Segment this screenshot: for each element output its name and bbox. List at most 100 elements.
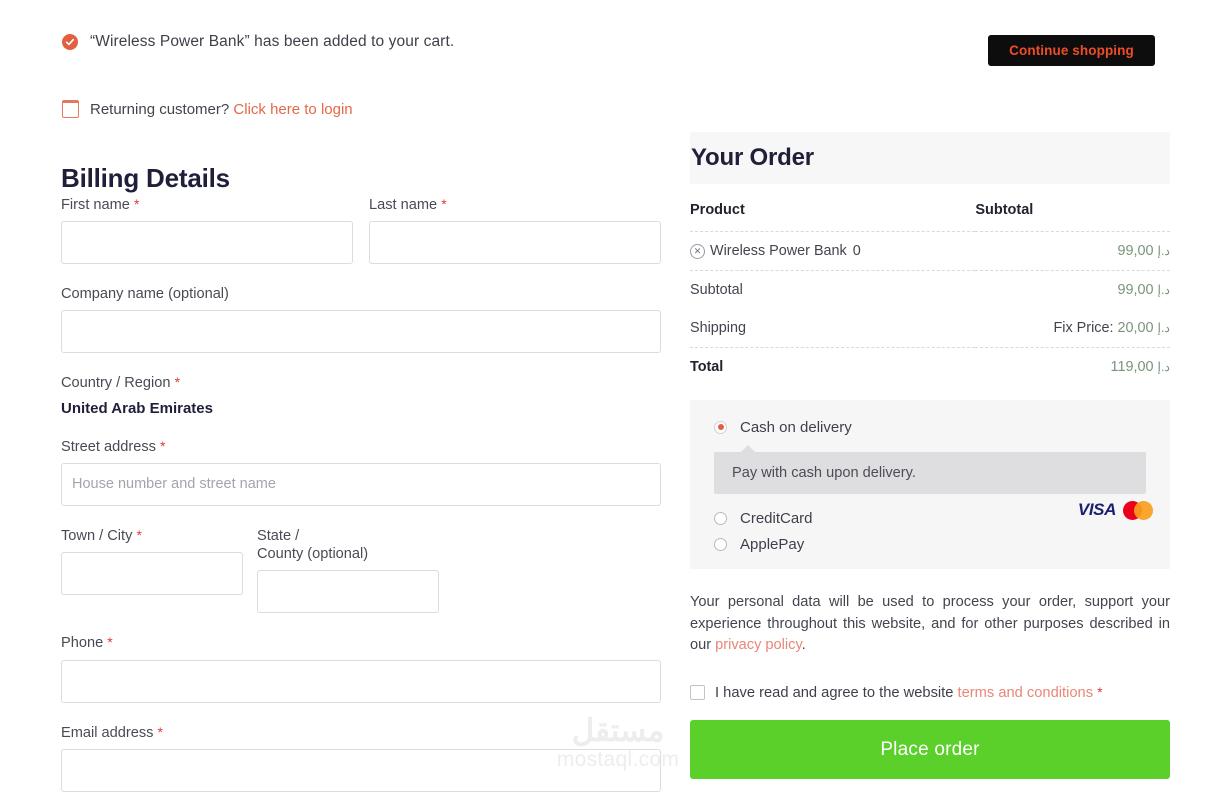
company-group: Company name (optional) <box>61 285 661 354</box>
subtotal-amount: 99,00 د.إ <box>975 270 1170 309</box>
payment-option-applepay[interactable]: ApplePay <box>690 531 1170 557</box>
privacy-policy-link[interactable]: privacy policy <box>715 637 802 653</box>
city-input[interactable] <box>61 552 243 596</box>
continue-shopping-button[interactable]: Continue shopping <box>988 35 1155 66</box>
street-address-input[interactable] <box>61 462 661 506</box>
company-input[interactable] <box>61 310 661 354</box>
login-box-icon <box>62 100 79 118</box>
email-input[interactable] <box>61 748 661 792</box>
city-label: Town / City * <box>61 526 142 544</box>
first-name-group: First name * <box>61 196 353 265</box>
terms-checkbox[interactable] <box>690 685 705 700</box>
shipping-label: Shipping <box>690 320 747 336</box>
city-state-row: Town / City * State / County (optional) <box>61 526 661 614</box>
country-label: Country / Region * <box>61 374 181 392</box>
payment-option-creditcard[interactable]: CreditCard VISA <box>690 500 1170 531</box>
state-input[interactable] <box>257 570 439 614</box>
name-row: First name * Last name * <box>61 196 661 265</box>
privacy-text-after: . <box>801 637 806 653</box>
terms-text-before: I have read and agree to the website <box>715 685 958 701</box>
total-amount-value: 119,00 <box>1110 359 1154 375</box>
currency-symbol: د.إ <box>1157 360 1170 374</box>
payment-option-label: Cash on delivery <box>740 418 852 436</box>
payment-option-label: CreditCard <box>740 509 813 527</box>
shipping-amount-value: 20,00 <box>1117 320 1154 336</box>
visa-icon: VISA <box>1077 500 1116 519</box>
required-asterisk: * <box>159 437 166 454</box>
shipping-prefix: Fix Price: <box>1053 320 1114 336</box>
cart-notice: “Wireless Power Bank” has been added to … <box>62 33 454 51</box>
subtotal-label: Subtotal <box>690 270 976 309</box>
order-title: Your Order <box>691 144 814 171</box>
required-asterisk: * <box>134 196 140 212</box>
remove-item-icon[interactable]: ✕ <box>690 243 705 259</box>
street-label: Street address * <box>61 437 166 455</box>
required-asterisk: * <box>1097 684 1103 700</box>
currency-symbol: د.إ <box>1157 244 1170 258</box>
column-subtotal: Subtotal <box>975 202 1034 218</box>
required-asterisk: * <box>107 634 113 651</box>
payment-methods: Cash on delivery Pay with cash upon deli… <box>690 400 1170 569</box>
currency-symbol: د.إ <box>1157 283 1170 297</box>
table-row: Total 119,00 د.إ <box>690 347 1170 386</box>
total-label: Total <box>690 347 976 386</box>
table-row: Shipping Fix Price: 20,00 د.إ <box>690 309 1170 348</box>
returning-customer-text: Returning customer? Click here to login <box>90 101 353 118</box>
column-product: Product <box>690 202 745 218</box>
phone-group: Phone * <box>61 634 661 703</box>
login-link[interactable]: Click here to login <box>233 101 352 118</box>
radio-creditcard[interactable] <box>714 511 727 525</box>
shipping-amount: Fix Price: 20,00 د.إ <box>975 309 1171 348</box>
order-item-amount: 99,00 د.إ <box>975 231 1170 271</box>
table-row: Subtotal 99,00 د.إ <box>690 270 1170 309</box>
terms-text: I have read and agree to the website ter… <box>715 684 1103 701</box>
payment-description: Pay with cash upon delivery. <box>714 445 1146 494</box>
first-name-input[interactable] <box>61 221 353 265</box>
card-logos: VISA <box>1078 500 1153 520</box>
cart-notice-text: “Wireless Power Bank” has been added to … <box>90 33 455 50</box>
phone-label: Phone * <box>61 634 113 652</box>
email-label: Email address * <box>61 723 163 741</box>
state-label: State / County (optional) <box>257 527 369 563</box>
privacy-notice: Your personal data will be used to proce… <box>690 592 1170 657</box>
billing-details-title: Billing Details <box>61 163 230 194</box>
terms-row: I have read and agree to the website ter… <box>690 684 1170 701</box>
radio-cash-on-delivery[interactable] <box>714 420 727 434</box>
currency-symbol: د.إ <box>1157 321 1170 335</box>
order-item-qty: 0 <box>852 243 861 259</box>
email-group: Email address * <box>61 724 661 792</box>
payment-option-cash-on-delivery[interactable]: Cash on delivery <box>690 414 1170 440</box>
first-name-label: First name * <box>61 196 140 213</box>
order-item-name: Wireless Power Bank <box>710 243 847 259</box>
country-value: United Arab Emirates <box>61 399 213 417</box>
required-asterisk: * <box>174 374 181 391</box>
check-circle-icon <box>62 34 78 50</box>
last-name-label: Last name * <box>369 196 447 213</box>
order-item-amount-value: 99,00 <box>1117 243 1154 259</box>
required-asterisk: * <box>136 526 142 543</box>
last-name-input[interactable] <box>369 221 661 265</box>
order-summary: Your Order Product Subtotal ✕ Wireless Po… <box>690 132 1170 386</box>
order-summary-header: Your Order <box>690 132 1170 184</box>
terms-and-conditions-link[interactable]: terms and conditions <box>958 685 1094 701</box>
returning-customer-row[interactable]: Returning customer? Click here to login <box>62 100 353 118</box>
total-amount: 119,00 د.إ <box>975 347 1170 386</box>
company-label: Company name (optional) <box>61 286 229 303</box>
phone-input[interactable] <box>61 659 661 703</box>
radio-applepay[interactable] <box>714 537 727 551</box>
required-asterisk: * <box>157 723 163 740</box>
subtotal-amount-value: 99,00 <box>1117 282 1154 298</box>
city-group: Town / City * <box>61 526 243 596</box>
state-group: State / County (optional) <box>257 527 439 614</box>
order-table-header-row: Product Subtotal <box>690 202 1170 232</box>
street-group: Street address * <box>61 438 661 506</box>
mastercard-icon <box>1123 500 1153 520</box>
returning-customer-label: Returning customer? <box>90 100 230 118</box>
place-order-button[interactable]: Place order <box>690 720 1170 779</box>
checkout-page: “Wireless Power Bank” has been added to … <box>0 0 1232 793</box>
payment-option-label: ApplePay <box>740 535 805 553</box>
order-item-product: ✕ Wireless Power Bank 0 <box>690 231 976 271</box>
required-asterisk: * <box>441 196 447 212</box>
country-group: Country / Region * United Arab Emirates <box>61 374 661 416</box>
billing-form: First name * Last name * Company name (o… <box>61 196 661 792</box>
